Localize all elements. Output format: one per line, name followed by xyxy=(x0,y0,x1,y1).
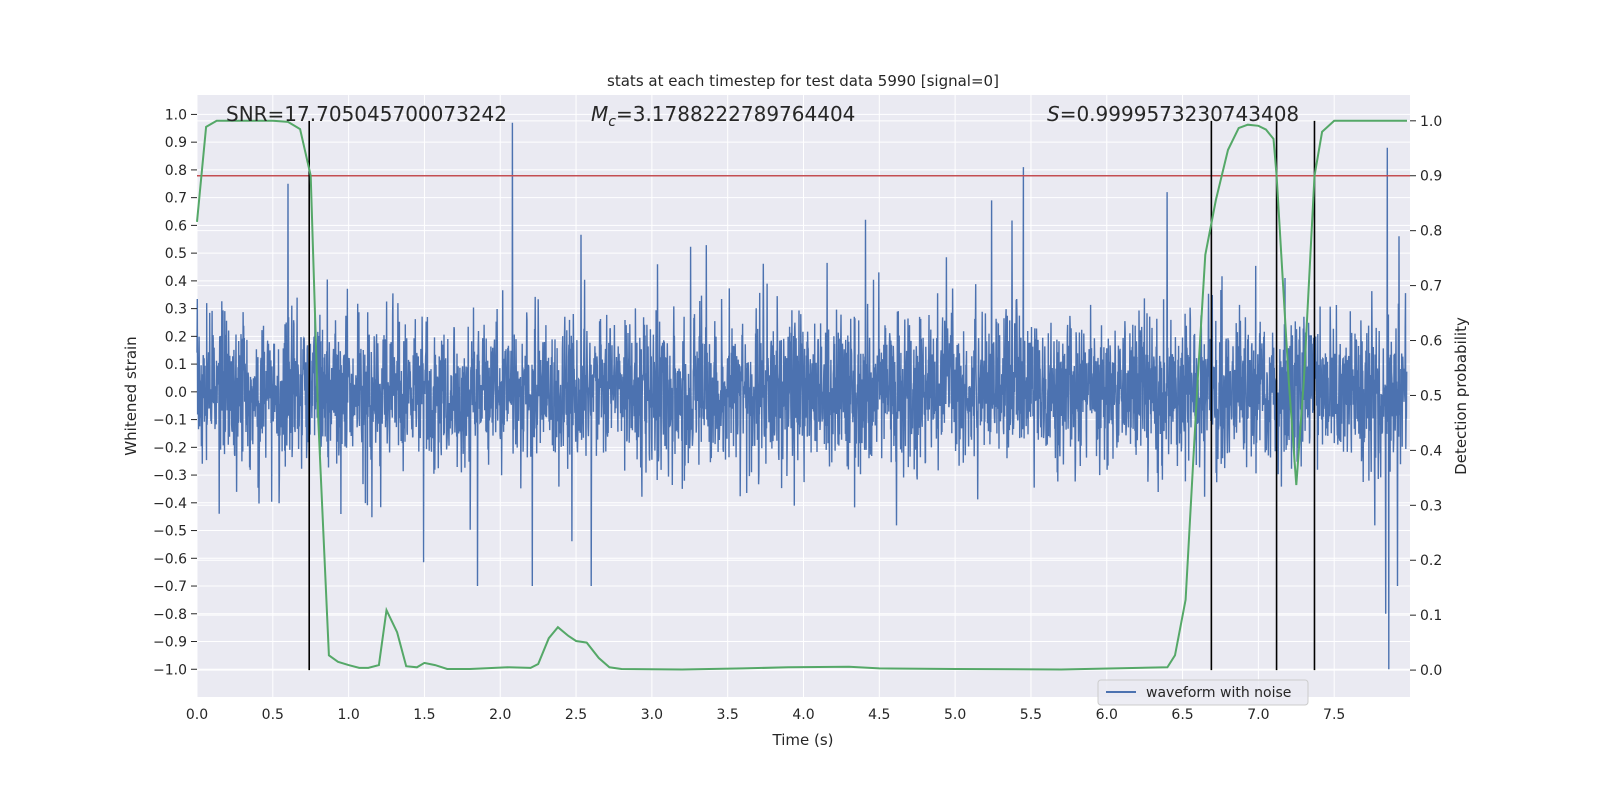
s-annotation: S=0.9999573230743408 xyxy=(1047,102,1299,126)
y2-tick-label: 1.0 xyxy=(1420,114,1442,130)
x-tick-label: 4.0 xyxy=(792,707,814,723)
s-value: =0.9999573230743408 xyxy=(1060,102,1299,126)
y-tick-label: 0.4 xyxy=(165,274,187,290)
x-tick-label: 5.5 xyxy=(1020,707,1042,723)
y2-tick-label: 0.5 xyxy=(1420,388,1442,404)
x-tick-label: 0.0 xyxy=(186,707,208,723)
y-tick-label: −0.7 xyxy=(153,579,187,595)
snr-annotation: SNR=17.705045700073242 xyxy=(226,102,507,126)
chirp-mass-value: =3.1788222789764404 xyxy=(616,102,855,126)
y-tick-label: −0.3 xyxy=(153,468,187,484)
y-tick-label: 0.8 xyxy=(165,163,187,179)
x-tick-label: 0.5 xyxy=(262,707,284,723)
x-axis-ticks: 0.0 0.5 1.0 1.5 2.0 2.5 3.0 3.5 4.0 4.5 5.0 5.5 6.0 6… xyxy=(186,707,1345,723)
x-tick-label: 7.0 xyxy=(1247,707,1269,723)
y-tick-label: −1.0 xyxy=(153,662,187,678)
y-tick-label: −0.6 xyxy=(153,551,187,567)
y2-tick-label: 0.0 xyxy=(1420,663,1442,679)
s-symbol: S xyxy=(1047,102,1060,126)
x-tick-label: 6.5 xyxy=(1171,707,1193,723)
y2-tick-label: 0.8 xyxy=(1420,224,1442,240)
y-tick-label: 0.9 xyxy=(165,135,187,151)
x-tick-label: 5.0 xyxy=(944,707,966,723)
y-axis-ticks: 1.0 0.9 0.8 0.7 0.6 0.5 0.4 0.3 0.2 0.1 0.0 −0.1 −0.… xyxy=(153,107,197,678)
chart: stats at each timestep for test data 599… xyxy=(122,72,1470,749)
chirp-mass-annotation: Mc=3.1788222789764404 xyxy=(591,102,855,130)
y2-tick-label: 0.4 xyxy=(1420,443,1442,459)
y-tick-label: −0.5 xyxy=(153,524,187,540)
chart-title: stats at each timestep for test data 599… xyxy=(607,72,999,90)
x-tick-label: 2.5 xyxy=(565,707,587,723)
x-tick-label: 1.5 xyxy=(413,707,435,723)
y2-tick-label: 0.2 xyxy=(1420,553,1442,569)
x-tick-label: 3.0 xyxy=(641,707,663,723)
legend: waveform with noise xyxy=(1097,679,1309,706)
y2-tick-label: 0.9 xyxy=(1420,169,1442,185)
x-tick-label: 6.0 xyxy=(1096,707,1118,723)
y-tick-label: 1.0 xyxy=(165,107,187,123)
y2-axis-label: Detection probability xyxy=(1452,317,1470,475)
x-tick-label: 7.5 xyxy=(1323,707,1345,723)
x-tick-label: 4.5 xyxy=(868,707,890,723)
y-tick-label: −0.8 xyxy=(153,607,187,623)
y-tick-label: 0.3 xyxy=(165,302,187,318)
y-tick-label: −0.1 xyxy=(153,413,187,429)
y-tick-label: 0.6 xyxy=(165,218,187,234)
y-tick-label: 0.2 xyxy=(165,329,187,345)
y2-axis-ticks: 1.0 0.9 0.8 0.7 0.6 0.5 0.4 0.3 0.2 0.1 0.0 xyxy=(1410,114,1442,679)
x-axis-label: Time (s) xyxy=(772,731,834,749)
y2-tick-label: 0.1 xyxy=(1420,608,1442,624)
y-tick-label: −0.9 xyxy=(153,635,187,651)
y2-tick-label: 0.3 xyxy=(1420,498,1442,514)
y2-tick-label: 0.7 xyxy=(1420,279,1442,295)
chirp-mass-symbol: M xyxy=(591,102,608,126)
y-tick-label: 0.7 xyxy=(165,191,187,207)
x-tick-label: 1.0 xyxy=(337,707,359,723)
y-tick-label: 0.1 xyxy=(165,357,187,373)
y-axis-label: Whitened strain xyxy=(122,336,140,455)
y-tick-label: −0.4 xyxy=(153,496,187,512)
x-tick-label: 3.5 xyxy=(717,707,739,723)
y2-tick-label: 0.6 xyxy=(1420,334,1442,350)
legend-label-waveform: waveform with noise xyxy=(1146,685,1291,701)
y-tick-label: 0.5 xyxy=(165,246,187,262)
x-tick-label: 2.0 xyxy=(489,707,511,723)
y-tick-label: 0.0 xyxy=(165,385,187,401)
y-tick-label: −0.2 xyxy=(153,440,187,456)
